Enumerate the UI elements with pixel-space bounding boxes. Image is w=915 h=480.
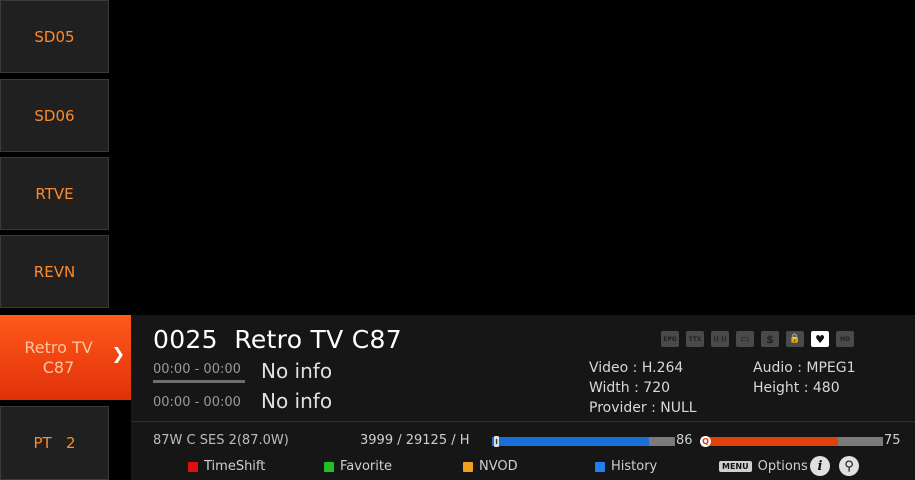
- feature-icons: EPG TTX ((·)) ▭ $ 🔒 ♥ HD: [661, 331, 854, 347]
- channel-label: SD05: [34, 27, 75, 46]
- channel-label: PT 2: [33, 434, 76, 452]
- signal-strength-fill: [492, 437, 650, 446]
- channel-item-pt2[interactable]: PT 2: [0, 406, 109, 480]
- next-event-title: No info: [261, 389, 333, 413]
- strength-marker-icon: I: [494, 436, 499, 447]
- key-label: NVOD: [479, 459, 518, 474]
- info-icon[interactable]: i: [810, 456, 830, 476]
- chevron-right-icon: ❯: [111, 344, 125, 363]
- channel-info-panel: 0025 Retro TV C87 00:00 - 00:00 No info …: [131, 315, 915, 480]
- transponder-info: 3999 / 29125 / H: [360, 433, 470, 448]
- yellow-key-nvod[interactable]: NVOD: [463, 459, 518, 474]
- channel-item-sd05[interactable]: SD05: [0, 0, 109, 73]
- channel-label: Retro TV C87: [24, 337, 93, 377]
- channel-label: RTVE: [35, 184, 74, 203]
- search-icon[interactable]: ⚲: [839, 456, 859, 476]
- channel-item-retro-tv-c87[interactable]: Retro TV C87 ❯: [0, 315, 131, 400]
- signal-quality-bar: Q: [700, 436, 883, 447]
- video-codec: Video : H.264: [589, 360, 684, 376]
- channel-title: 0025 Retro TV C87: [153, 325, 402, 354]
- favorite-icon: ♥: [811, 331, 829, 347]
- key-label: TimeShift: [204, 459, 266, 474]
- scrambled-icon: $: [761, 331, 779, 347]
- red-key-timeshift[interactable]: TimeShift: [188, 459, 265, 474]
- video-height: Height : 480: [753, 380, 840, 396]
- yellow-key-icon: [463, 461, 473, 472]
- channel-item-sd06[interactable]: SD06: [0, 79, 109, 152]
- subtitle-icon: ▭: [736, 331, 754, 347]
- event-progress-bar: [153, 380, 245, 383]
- hd-icon: HD: [836, 331, 854, 347]
- menu-key-icon: MENU: [719, 461, 752, 472]
- channel-item-revn[interactable]: REVN: [0, 235, 109, 308]
- signal-quality-fill: [701, 437, 838, 446]
- next-event-time: 00:00 - 00:00: [153, 395, 241, 410]
- key-label: History: [611, 459, 658, 474]
- green-key-icon: [324, 461, 334, 472]
- options-label: Options: [757, 459, 808, 474]
- video-width: Width : 720: [589, 380, 671, 396]
- key-label: Favorite: [340, 459, 392, 474]
- broadcast-icon: ((·)): [711, 331, 729, 347]
- options-button[interactable]: MENU Options: [719, 459, 808, 474]
- channel-label: SD06: [34, 106, 75, 125]
- channel-name: Retro TV C87: [234, 325, 402, 354]
- channel-number: 0025: [153, 325, 218, 354]
- quality-marker-icon: Q: [700, 436, 711, 447]
- audio-codec: Audio : MPEG1: [753, 360, 856, 376]
- epg-icon: EPG: [661, 331, 679, 347]
- blue-key-history[interactable]: History: [595, 459, 657, 474]
- event-title: No info: [261, 359, 333, 383]
- event-time: 00:00 - 00:00: [153, 362, 241, 377]
- signal-strength-bar: I: [492, 436, 675, 447]
- channel-label: REVN: [33, 262, 76, 281]
- signal-strength-value: 86: [676, 433, 693, 448]
- channel-item-rtve[interactable]: RTVE: [0, 157, 109, 230]
- lock-icon: 🔒: [786, 331, 804, 347]
- teletext-icon: TTX: [686, 331, 704, 347]
- satellite-name: 87W C SES 2(87.0W): [153, 433, 289, 448]
- provider: Provider : NULL: [589, 400, 697, 416]
- signal-quality-value: 75: [884, 433, 901, 448]
- green-key-favorite[interactable]: Favorite: [324, 459, 392, 474]
- blue-key-icon: [595, 461, 605, 472]
- divider: [131, 421, 915, 422]
- red-key-icon: [188, 461, 198, 472]
